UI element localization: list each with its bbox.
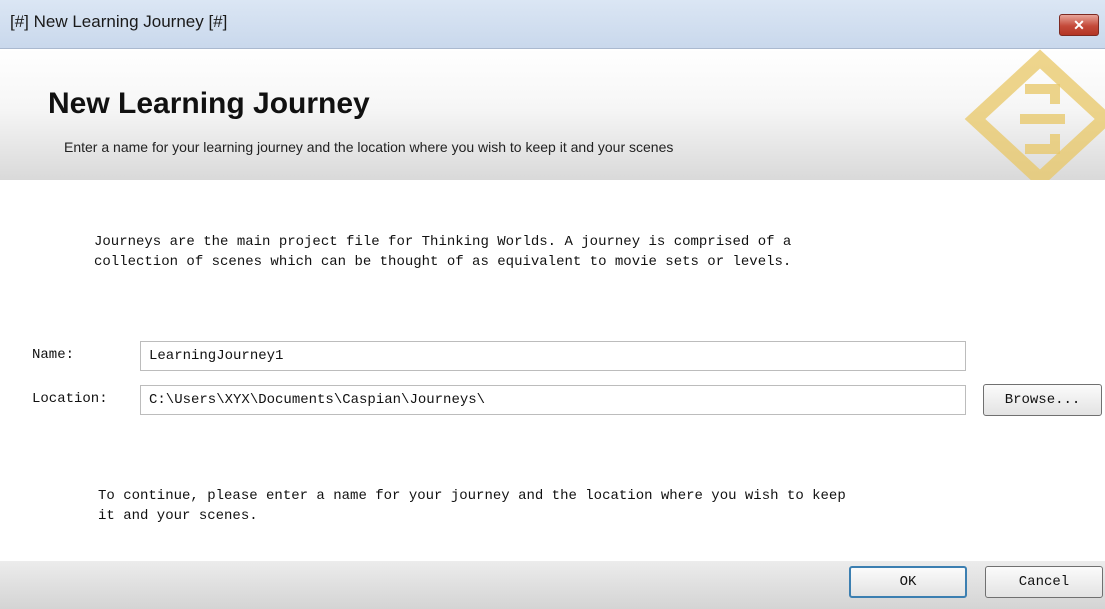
button-bar: OK Cancel — [0, 561, 1105, 609]
close-icon: ✕ — [1073, 17, 1085, 33]
app-logo-icon — [964, 49, 1105, 180]
hint-text: To continue, please enter a name for you… — [98, 486, 846, 526]
browse-button[interactable]: Browse... — [983, 384, 1102, 416]
intro-line: Journeys are the main project file for T… — [94, 234, 792, 250]
intro-line: collection of scenes which can be though… — [94, 254, 792, 270]
intro-text: Journeys are the main project file for T… — [94, 232, 791, 272]
page-title: New Learning Journey — [48, 87, 370, 120]
close-button[interactable]: ✕ — [1059, 14, 1099, 36]
title-bar: [#] New Learning Journey [#] ✕ — [0, 0, 1105, 49]
window-title: [#] New Learning Journey [#] — [10, 12, 228, 31]
name-label: Name: — [32, 347, 75, 363]
page-subtitle: Enter a name for your learning journey a… — [64, 139, 674, 155]
hint-line: it and your scenes. — [98, 508, 258, 524]
dialog-content: Journeys are the main project file for T… — [0, 180, 1105, 561]
name-input[interactable] — [140, 341, 966, 371]
cancel-button[interactable]: Cancel — [985, 566, 1103, 598]
location-label: Location: — [32, 391, 108, 407]
location-input[interactable] — [140, 385, 966, 415]
hint-line: To continue, please enter a name for you… — [98, 488, 846, 504]
header-banner: New Learning Journey Enter a name for yo… — [0, 49, 1105, 180]
ok-button[interactable]: OK — [849, 566, 967, 598]
